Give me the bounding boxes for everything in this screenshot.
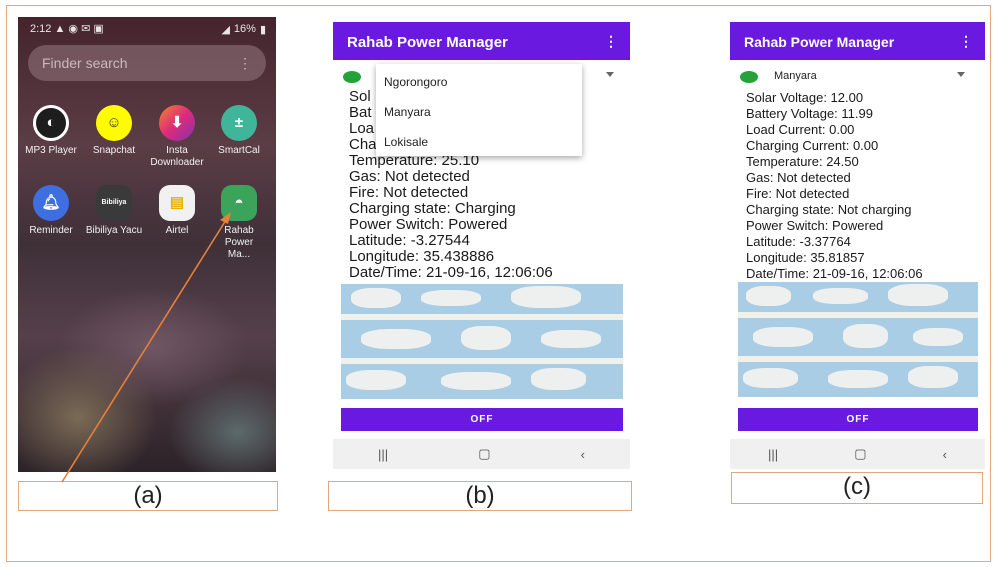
pointer-arrow: [61, 212, 231, 483]
